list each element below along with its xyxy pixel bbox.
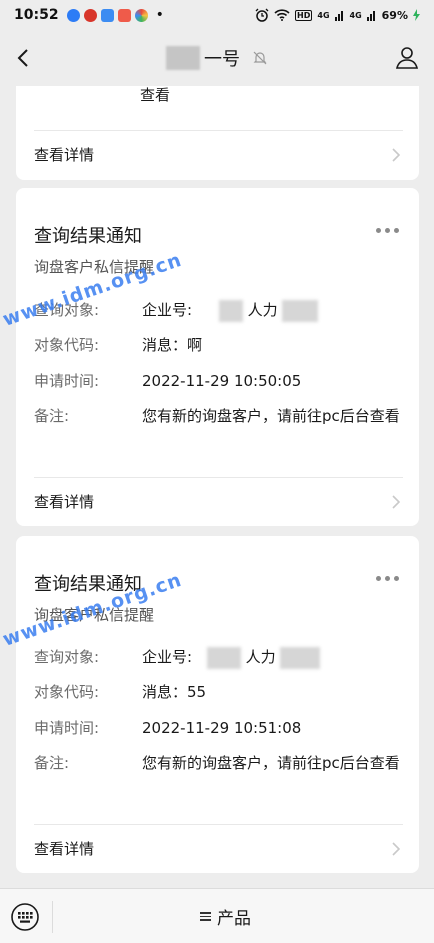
row-value: 您有新的询盘客户，请前往pc后台查看 [142,754,400,772]
redacted-name [218,299,243,322]
row-label: 对象代码: [34,683,100,701]
value-mid: 人力 [245,648,276,666]
keyboard-icon [11,903,39,931]
chevron-right-icon [392,842,401,856]
profile-button[interactable] [394,44,420,72]
card-divider [34,477,403,478]
menu-product-button[interactable]: 产品 [200,889,251,943]
redacted-name [280,646,321,669]
value-mid: 人力 [247,301,278,319]
status-indicators: HD 4G 4G 69% [255,8,420,22]
back-button[interactable] [10,44,36,72]
bottom-menu-bar: 产品 [0,888,434,943]
row-label: 查询对象: [34,648,100,666]
charging-icon [413,9,420,21]
status-time: 10:52 [14,7,59,23]
row-value: 2022-11-29 10:51:08 [142,719,302,737]
keyboard-toggle-button[interactable] [10,902,40,932]
row-value: 您有新的询盘客户，请前往pc后台查看 [142,407,400,425]
card-divider [34,130,403,131]
chevron-right-icon [392,495,401,509]
app-icon-orange [117,8,131,22]
redacted-name [206,646,241,669]
notification-dot: • [155,7,164,23]
row-value: 2022-11-29 10:50:05 [142,372,302,390]
app-icon-blue [66,8,80,22]
menu-lines-icon [200,912,211,921]
message-card: 查询结果通知 询盘客户私信提醒 查询对象: 企业号: 人力 对象代码: 消息：5… [16,536,419,873]
row-value: 企业号: 人力 [142,646,402,669]
more-options-icon[interactable] [376,228,399,233]
back-chevron-icon [17,49,28,67]
row-label: 备注: [34,407,70,425]
wifi-icon [274,9,290,21]
chat-title: 一号 [166,45,268,71]
row-label: 备注: [34,754,70,772]
hd-badge: HD [295,9,313,21]
row-value: 消息：啊 [142,336,203,354]
view-details-link[interactable]: 查看详情 [34,491,94,512]
app-icon-square [100,8,114,22]
signal-label-2: 4G [349,10,362,20]
signal-icon-2 [366,11,375,21]
bar-separator [52,901,53,933]
status-app-icons: • [66,7,164,23]
more-options-icon[interactable] [376,576,399,581]
card-divider [34,824,403,825]
status-bar: 10:52 • HD 4G 4G 69% [0,0,434,30]
person-icon [395,47,419,69]
remark-continuation: 查看 [140,86,171,104]
redacted-name [282,299,319,322]
row-label: 对象代码: [34,336,100,354]
view-details-link[interactable]: 查看详情 [34,838,94,859]
message-card-partial: 查看 查看详情 [16,86,419,180]
row-label: 申请时间: [34,372,100,390]
bell-muted-icon [253,51,267,65]
menu-label: 产品 [217,909,251,929]
value-prefix: 企业号: [142,301,193,319]
title-text: 一号 [204,49,240,70]
row-label: 申请时间: [34,719,100,737]
message-card: 查询结果通知 询盘客户私信提醒 查询对象: 企业号: 人力 对象代码: 消息：啊… [16,188,419,526]
signal-label-1: 4G [317,10,330,20]
row-value: 消息：55 [142,683,207,701]
title-redacted [166,46,200,70]
battery-percent: 69% [381,8,408,22]
signal-icon-1 [334,11,343,21]
value-prefix: 企业号: [142,648,193,666]
card-title: 查询结果通知 [34,226,142,247]
app-icon-multicolor [134,8,148,22]
chat-header: 一号 [0,30,434,86]
alarm-icon [255,8,269,22]
chevron-right-icon [392,148,401,162]
app-icon-red [83,8,97,22]
row-value: 企业号: 人力 [142,299,402,322]
view-details-link[interactable]: 查看详情 [34,144,94,165]
